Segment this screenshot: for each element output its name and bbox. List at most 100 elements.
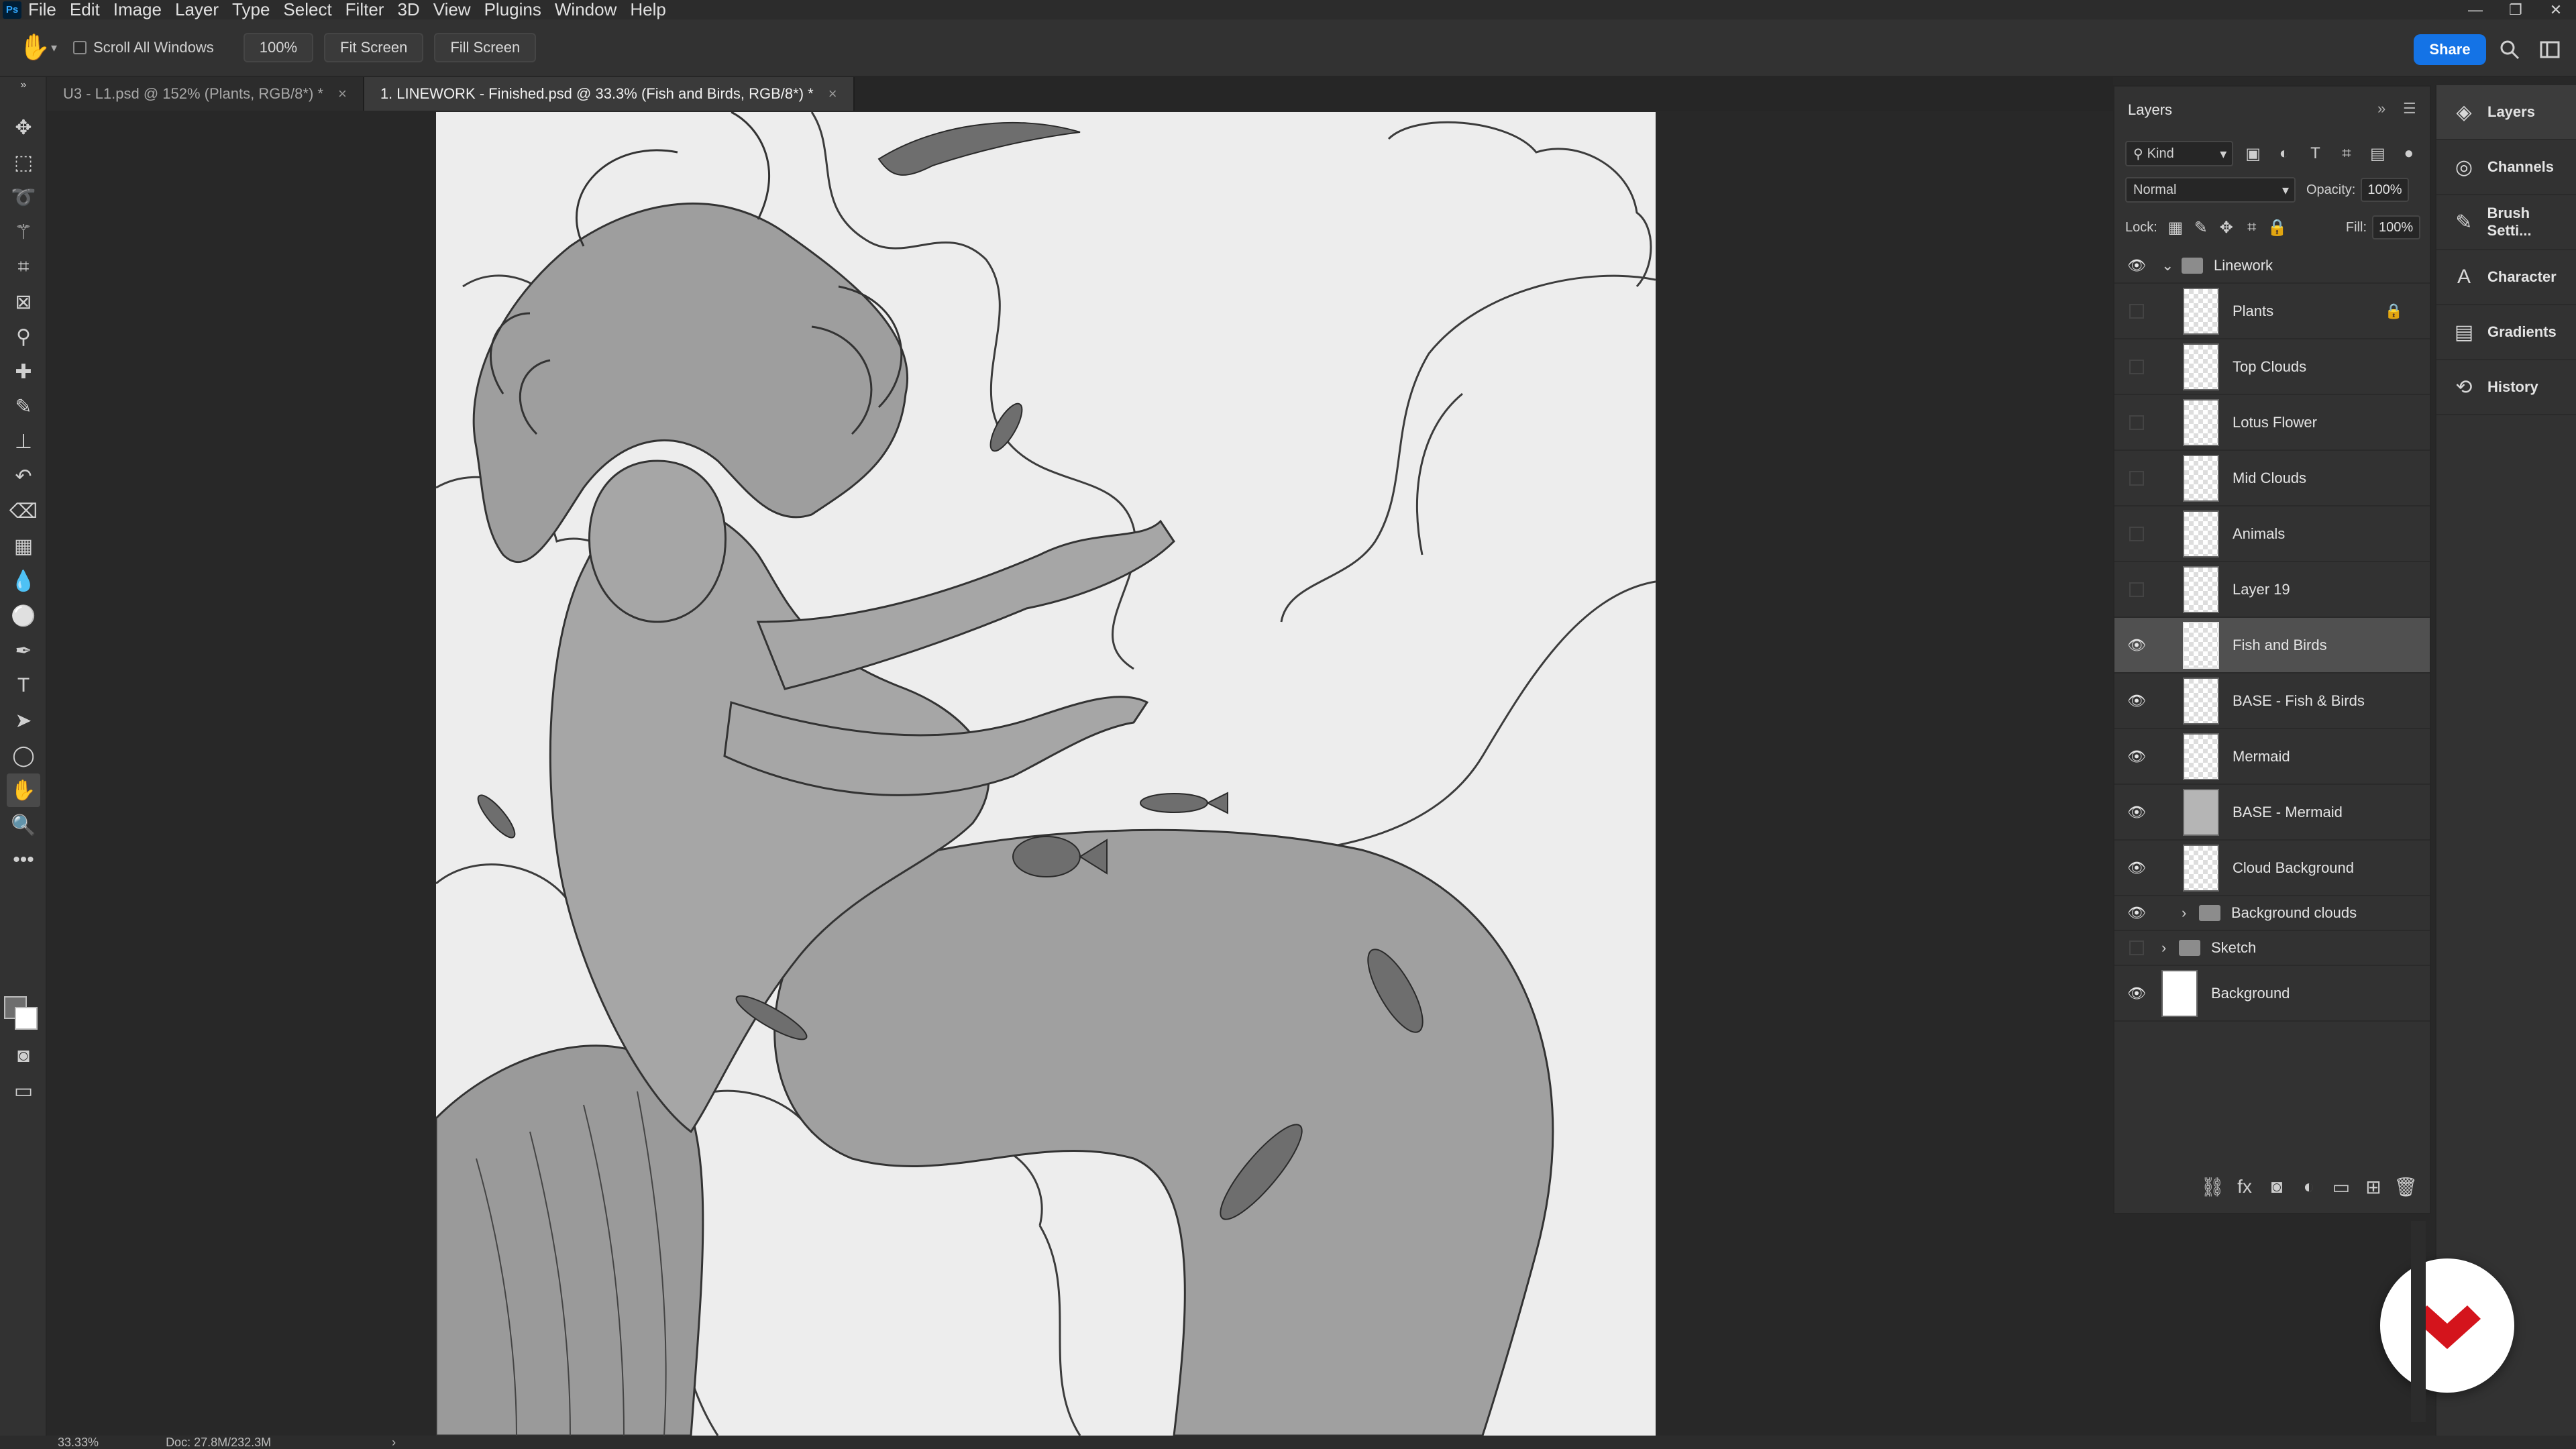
eye-icon[interactable]: 👁 bbox=[2127, 747, 2147, 767]
new-layer-icon[interactable]: ⊞ bbox=[2357, 1172, 2390, 1201]
scroll-all-windows-checkbox[interactable] bbox=[73, 41, 87, 54]
layers-panel-title[interactable]: Layers bbox=[2128, 101, 2172, 119]
share-button[interactable]: Share bbox=[2414, 34, 2486, 65]
menu-window[interactable]: Window bbox=[548, 0, 623, 19]
history-brush-tool-icon[interactable]: ↶ bbox=[7, 460, 40, 493]
chevron-down-icon[interactable]: ⌄ bbox=[2161, 257, 2174, 274]
layer-row[interactable]: 👁 BASE - Fish & Birds bbox=[2114, 674, 2430, 729]
fill-input[interactable]: 100% bbox=[2372, 215, 2420, 239]
pen-tool-icon[interactable]: ✒ bbox=[7, 634, 40, 667]
eye-icon[interactable]: 👁 bbox=[2127, 635, 2147, 655]
shape-filter-icon[interactable]: ⌗ bbox=[2335, 142, 2358, 166]
background-color-swatch[interactable] bbox=[15, 1007, 38, 1030]
screen-mode-icon[interactable]: ▭ bbox=[7, 1074, 40, 1108]
close-icon[interactable]: ✕ bbox=[2536, 0, 2576, 19]
layer-row[interactable]: 👁 BASE - Mermaid bbox=[2114, 785, 2430, 841]
menu-filter[interactable]: Filter bbox=[339, 0, 391, 19]
lock-position-icon[interactable]: ✥ bbox=[2214, 215, 2239, 239]
layer-row-background[interactable]: 👁 Background bbox=[2114, 966, 2430, 1022]
eye-icon[interactable]: 👁 bbox=[2127, 691, 2147, 711]
restore-icon[interactable]: ❐ bbox=[2496, 0, 2536, 19]
move-tool-icon[interactable]: ✥ bbox=[7, 111, 40, 144]
kind-filter-select[interactable]: ⚲ Kind ▾ bbox=[2125, 141, 2234, 166]
magic-wand-tool-icon[interactable]: ⚚ bbox=[7, 215, 40, 249]
visibility-toggle[interactable] bbox=[2129, 582, 2144, 597]
chevron-right-icon[interactable]: › bbox=[2182, 904, 2186, 922]
tab-linework-finished[interactable]: 1. LINEWORK - Finished.psd @ 33.3% (Fish… bbox=[364, 77, 855, 111]
close-tab-icon[interactable]: × bbox=[828, 85, 837, 103]
brand-logo[interactable] bbox=[2380, 1258, 2514, 1393]
canvas-area[interactable] bbox=[47, 111, 2113, 1436]
eye-icon[interactable]: 👁 bbox=[2127, 983, 2147, 1004]
collapse-panel-icon[interactable]: » bbox=[2377, 100, 2385, 117]
visibility-toggle[interactable] bbox=[2129, 470, 2144, 486]
zoom-level[interactable]: 33.33% bbox=[58, 1436, 99, 1449]
chevron-right-icon[interactable]: › bbox=[392, 1436, 396, 1449]
eye-icon[interactable]: 👁 bbox=[2127, 256, 2147, 276]
workspace-icon[interactable] bbox=[2533, 33, 2567, 66]
layer-row[interactable]: Animals bbox=[2114, 506, 2430, 562]
dock-history[interactable]: ⟲ History bbox=[2436, 360, 2576, 415]
menu-help[interactable]: Help bbox=[623, 0, 672, 19]
dock-character[interactable]: A Character bbox=[2436, 250, 2576, 305]
fit-screen-button[interactable]: Fit Screen bbox=[324, 33, 424, 62]
menu-type[interactable]: Type bbox=[225, 0, 276, 19]
menu-3d[interactable]: 3D bbox=[390, 0, 426, 19]
add-mask-icon[interactable]: ◙ bbox=[2261, 1172, 2293, 1201]
lock-transparency-icon[interactable]: ▦ bbox=[2163, 215, 2188, 239]
menu-view[interactable]: View bbox=[427, 0, 478, 19]
minimize-icon[interactable]: — bbox=[2455, 0, 2496, 19]
menu-edit[interactable]: Edit bbox=[63, 0, 107, 19]
chevron-right-icon[interactable]: › bbox=[2161, 939, 2166, 957]
blur-tool-icon[interactable]: 💧 bbox=[7, 564, 40, 598]
chevron-down-icon[interactable]: ▾ bbox=[51, 41, 57, 55]
visibility-toggle[interactable] bbox=[2129, 303, 2144, 319]
eye-icon[interactable]: 👁 bbox=[2127, 903, 2147, 923]
menu-image[interactable]: Image bbox=[107, 0, 168, 19]
quick-mask-icon[interactable]: ◙ bbox=[7, 1039, 40, 1073]
zoom-100-button[interactable]: 100% bbox=[243, 33, 314, 62]
menu-plugins[interactable]: Plugins bbox=[478, 0, 548, 19]
visibility-toggle[interactable] bbox=[2129, 359, 2144, 374]
hand-tool-icon[interactable]: ✋ bbox=[7, 773, 40, 807]
layer-group-linework[interactable]: 👁 ⌄ Linework bbox=[2114, 249, 2430, 284]
tab-u3-l1[interactable]: U3 - L1.psd @ 152% (Plants, RGB/8*) * × bbox=[47, 77, 364, 111]
dock-channels[interactable]: ◎ Channels bbox=[2436, 140, 2576, 195]
layer-row[interactable]: 👁 Mermaid bbox=[2114, 729, 2430, 785]
close-tab-icon[interactable]: × bbox=[338, 85, 347, 103]
document-canvas[interactable] bbox=[436, 112, 1656, 1436]
layer-row-selected[interactable]: 👁 Fish and Birds bbox=[2114, 618, 2430, 674]
eye-icon[interactable]: 👁 bbox=[2127, 802, 2147, 822]
delete-layer-icon[interactable]: 🗑 bbox=[2390, 1172, 2422, 1201]
eyedropper-tool-icon[interactable]: ⚲ bbox=[7, 320, 40, 354]
new-group-icon[interactable]: ▭ bbox=[2325, 1172, 2357, 1201]
photoshop-logo[interactable]: Ps bbox=[3, 1, 21, 19]
marquee-tool-icon[interactable]: ⬚ bbox=[7, 146, 40, 179]
type-tool-icon[interactable]: T bbox=[7, 669, 40, 702]
menu-layer[interactable]: Layer bbox=[168, 0, 225, 19]
eraser-tool-icon[interactable]: ⌫ bbox=[7, 494, 40, 528]
search-icon[interactable] bbox=[2493, 33, 2526, 66]
panel-menu-icon[interactable]: ☰ bbox=[2403, 100, 2416, 117]
layer-row[interactable]: Top Clouds bbox=[2114, 339, 2430, 395]
layer-style-icon[interactable]: fx bbox=[2229, 1172, 2261, 1201]
dock-layers[interactable]: ◈ Layers bbox=[2436, 85, 2576, 140]
ellipse-tool-icon[interactable]: ◯ bbox=[7, 739, 40, 772]
stamp-tool-icon[interactable]: ⊥ bbox=[7, 425, 40, 458]
brush-tool-icon[interactable]: ✎ bbox=[7, 390, 40, 423]
gradient-tool-icon[interactable]: ▦ bbox=[7, 529, 40, 563]
layer-row[interactable]: Mid Clouds bbox=[2114, 451, 2430, 506]
eye-icon[interactable]: 👁 bbox=[2127, 858, 2147, 878]
adjustment-layer-icon[interactable]: ◐ bbox=[2293, 1172, 2325, 1201]
layer-group-sketch[interactable]: › Sketch bbox=[2114, 931, 2430, 966]
expand-toolbar-icon[interactable]: » bbox=[7, 78, 40, 92]
filter-toggle-icon[interactable]: ● bbox=[2398, 142, 2420, 166]
visibility-toggle[interactable] bbox=[2129, 526, 2144, 541]
layer-row[interactable]: Plants 🔒 bbox=[2114, 284, 2430, 339]
layer-row[interactable]: Layer 19 bbox=[2114, 562, 2430, 618]
path-selection-tool-icon[interactable]: ➤ bbox=[7, 704, 40, 737]
menu-file[interactable]: File bbox=[21, 0, 63, 19]
smart-object-filter-icon[interactable]: ▤ bbox=[2366, 142, 2389, 166]
layer-group-background-clouds[interactable]: 👁 › Background clouds bbox=[2114, 896, 2430, 931]
blend-mode-select[interactable]: Normal ▾ bbox=[2125, 177, 2296, 203]
